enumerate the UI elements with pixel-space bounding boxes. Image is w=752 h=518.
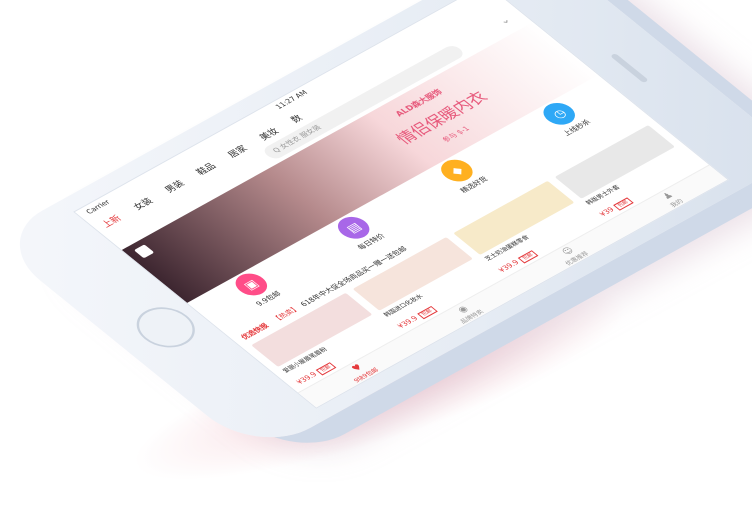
bottom-tab-brand[interactable]: ◉ 品牌特卖 [448, 300, 485, 325]
phone-body: Carrier 11:27 AM ▮▮▮ 上新 女装 男装 鞋品 居家 美妆 数… [0, 0, 752, 457]
tab-home[interactable]: 居家 [223, 142, 250, 160]
bottom-tab-recommend[interactable]: ☺ 优惠推荐 [553, 242, 591, 267]
tab-men[interactable]: 男装 [160, 177, 187, 195]
chevron-down-icon[interactable]: ⌄ [497, 15, 514, 27]
tab-digital[interactable]: 数 [286, 112, 305, 125]
tab-shoes[interactable]: 鞋品 [192, 160, 218, 178]
phone-speaker [610, 53, 649, 84]
notice-icon [133, 244, 155, 259]
phone-scene: Carrier 11:27 AM ▮▮▮ 上新 女装 男装 鞋品 居家 美妆 数… [0, 0, 752, 457]
tab-women[interactable]: 女装 [129, 194, 155, 212]
bottom-tab-me[interactable]: ♟ 我的 [658, 190, 685, 209]
tab-new[interactable]: 上新 [97, 212, 124, 230]
